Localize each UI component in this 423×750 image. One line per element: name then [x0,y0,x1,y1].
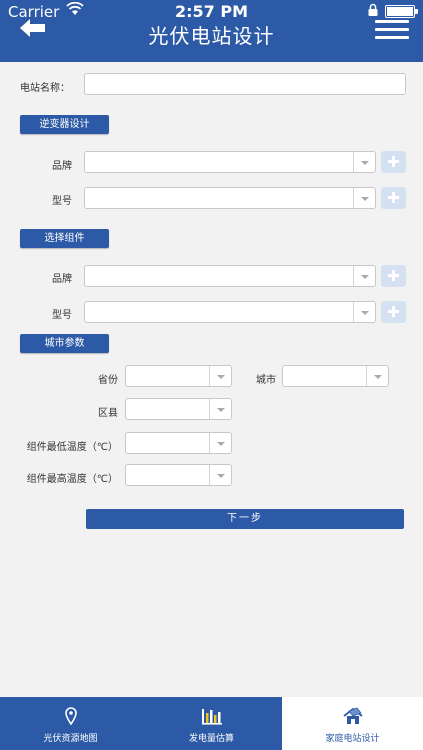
tab-bar: 光伏资源地图 发电量估算 家庭电站设计 [0,697,423,750]
chevron-down-icon [353,152,375,172]
bar-chart-icon [141,707,282,725]
chevron-down-icon [366,366,388,386]
chevron-down-icon [209,465,231,485]
min-temp-select[interactable] [125,432,232,454]
inverter-brand-select[interactable] [84,151,376,173]
add-inverter-brand-button[interactable] [381,151,406,173]
module-brand-label: 品牌 [52,274,72,285]
chevron-down-icon [353,266,375,286]
module-model-label: 型号 [52,310,72,321]
module-model-select[interactable] [84,301,376,323]
max-temp-select[interactable] [125,464,232,486]
min-temp-label: 组件最低温度（℃） [26,442,118,453]
district-label: 区县 [98,408,118,419]
city-select[interactable] [282,365,389,387]
tab-label: 光伏资源地图 [43,734,98,744]
battery-icon [385,5,415,18]
add-module-model-button[interactable] [381,301,406,323]
chevron-down-icon [209,399,231,419]
module-section-tag: 选择组件 [20,229,109,248]
inverter-section-tag: 逆变器设计 [20,115,109,134]
house-solar-icon [282,707,423,725]
max-temp-label: 组件最高温度（℃） [26,474,118,485]
chevron-down-icon [209,366,231,386]
map-pin-icon [0,707,141,725]
add-module-brand-button[interactable] [381,265,406,287]
chevron-down-icon [209,433,231,453]
province-select[interactable] [125,365,232,387]
next-step-button[interactable]: 下一步 [86,509,404,529]
province-label: 省份 [98,375,118,386]
status-bar: Carrier 2:57 PM [0,0,423,22]
tab-generation-estimate[interactable]: 发电量估算 [141,697,282,750]
add-inverter-model-button[interactable] [381,187,406,209]
inverter-brand-label: 品牌 [52,161,72,172]
tab-label: 发电量估算 [188,734,234,744]
orientation-lock-icon [367,3,379,20]
inverter-model-select[interactable] [84,187,376,209]
station-name-input[interactable] [84,73,406,95]
clock: 2:57 PM [174,2,248,21]
district-select[interactable] [125,398,232,420]
chevron-down-icon [353,188,375,208]
tab-label: 家庭电站设计 [325,734,380,744]
city-label: 城市 [256,375,276,386]
header-bar: Carrier 2:57 PM 光伏电站设计 [0,0,423,62]
page-title: 光伏电站设计 [148,24,275,48]
tab-home-station-design[interactable]: 家庭电站设计 [282,697,423,750]
chevron-down-icon [353,302,375,322]
module-brand-select[interactable] [84,265,376,287]
battery-tip [415,9,418,14]
inverter-model-label: 型号 [52,196,72,207]
city-section-tag: 城市参数 [20,334,109,353]
station-name-label: 电站名称： [20,83,70,94]
tab-solar-resource-map[interactable]: 光伏资源地图 [0,697,141,750]
hamburger-menu-icon[interactable] [375,20,409,42]
